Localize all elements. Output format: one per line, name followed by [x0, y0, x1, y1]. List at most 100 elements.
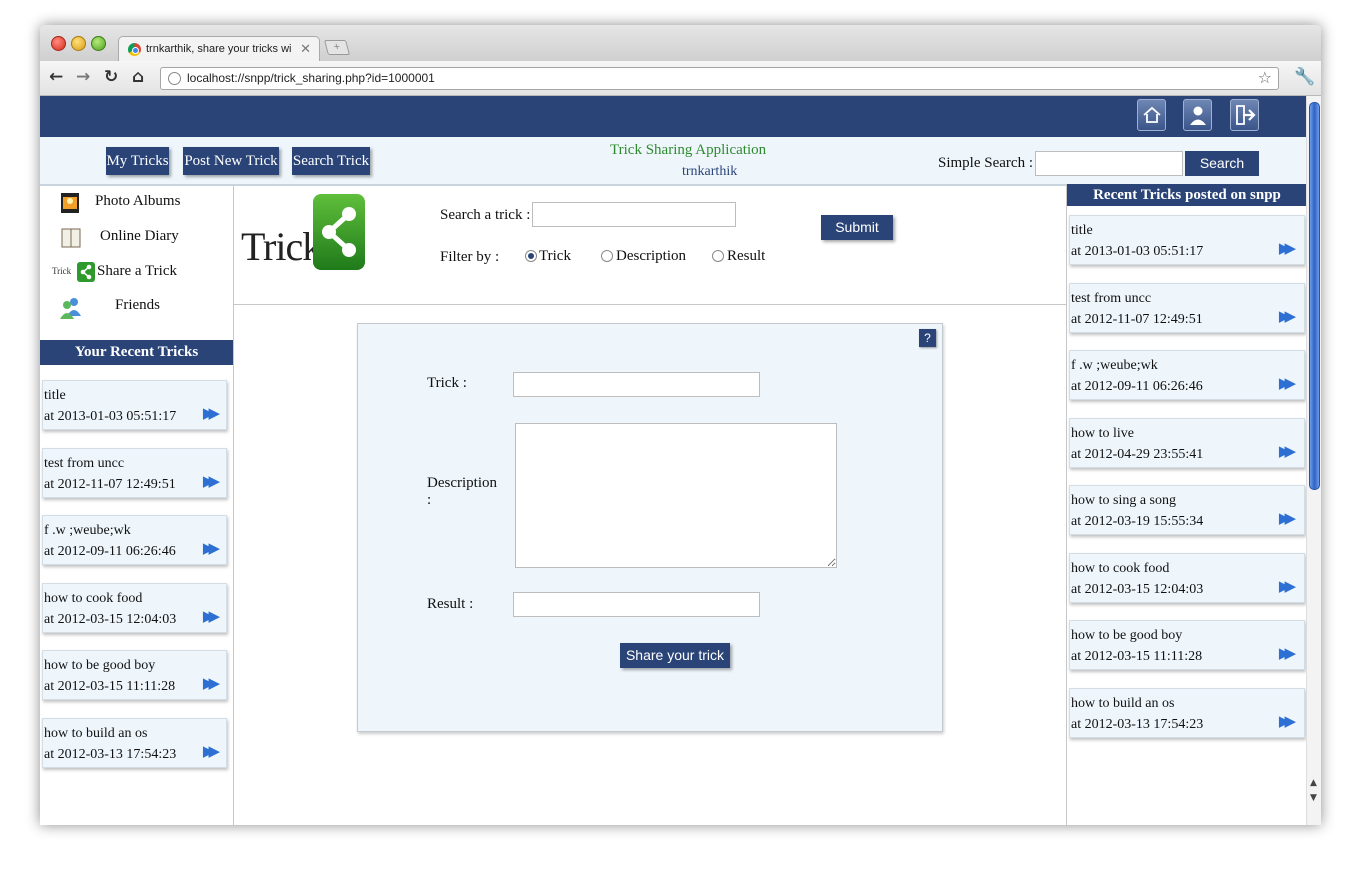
forward-arrow-icon[interactable]: ▶▶: [203, 742, 220, 760]
profile-icon[interactable]: [1183, 99, 1212, 131]
search-trick-label: Search a trick :: [440, 207, 531, 223]
back-icon[interactable]: ←: [49, 67, 63, 87]
trick-title: how to build an os: [1071, 696, 1175, 711]
trick-date: at 2012-03-19 15:55:34: [1071, 514, 1204, 529]
forward-arrow-icon[interactable]: ▶▶: [203, 607, 220, 625]
filter-description-radio[interactable]: [601, 250, 613, 262]
forward-arrow-icon[interactable]: ▶▶: [203, 674, 220, 692]
filter-result-label: Result: [727, 248, 766, 264]
trick-date: at 2012-03-15 12:04:03: [44, 612, 177, 627]
wrench-icon[interactable]: 🔧: [1294, 67, 1315, 87]
minimize-window-button[interactable]: [71, 36, 86, 51]
close-window-button[interactable]: [51, 36, 66, 51]
list-item[interactable]: test from uncc at 2012-11-07 12:49:51 ▶▶: [1069, 283, 1305, 333]
forward-arrow-icon[interactable]: ▶▶: [1279, 442, 1296, 460]
forward-arrow-icon[interactable]: ▶▶: [1279, 509, 1296, 527]
list-item[interactable]: title at 2013-01-03 05:51:17 ▶▶: [1069, 215, 1305, 265]
forward-arrow-icon[interactable]: ▶▶: [203, 472, 220, 490]
nav-item-share-a-trick[interactable]: Trick Share a Trick: [40, 260, 233, 290]
trick-date: at 2012-09-11 06:26:46: [1071, 379, 1203, 394]
description-textarea[interactable]: [515, 423, 837, 568]
forward-arrow-icon[interactable]: ▶▶: [1279, 307, 1296, 325]
list-item[interactable]: how to be good boy at 2012-03-15 11:11:2…: [42, 650, 227, 700]
nav-label: Photo Albums: [95, 193, 181, 209]
app-title: Trick Sharing Application: [610, 142, 767, 158]
home-icon[interactable]: [1137, 99, 1166, 131]
list-item[interactable]: how to cook food at 2012-03-15 12:04:03 …: [42, 583, 227, 633]
description-field-label: Description :: [427, 475, 497, 508]
submit-button[interactable]: Submit: [821, 215, 893, 240]
list-item[interactable]: f .w ;weube;wk at 2012-09-11 06:26:46 ▶▶: [1069, 350, 1305, 400]
list-item[interactable]: how to build an os at 2012-03-13 17:54:2…: [42, 718, 227, 768]
username[interactable]: trnkarthik: [682, 164, 737, 180]
page-top-bar: [40, 96, 1306, 137]
trick-date: at 2012-03-13 17:54:23: [1071, 717, 1204, 732]
forward-arrow-icon[interactable]: ▶▶: [1279, 239, 1296, 257]
zoom-window-button[interactable]: [91, 36, 106, 51]
recent-tricks-heading: Recent Tricks posted on snpp: [1067, 184, 1306, 206]
forward-arrow-icon[interactable]: ▶▶: [1279, 374, 1296, 392]
my-tricks-button[interactable]: My Tricks: [106, 147, 169, 175]
nav-item-photo-albums[interactable]: Photo Albums: [40, 190, 233, 220]
trick-date: at 2012-11-07 12:49:51: [1071, 312, 1203, 327]
bookmark-star-icon[interactable]: ☆: [1258, 68, 1272, 87]
nav-label: Friends: [115, 297, 160, 313]
forward-arrow-icon[interactable]: ▶▶: [1279, 577, 1296, 595]
trick-date: at 2012-04-29 23:55:41: [1071, 447, 1204, 462]
scrollbar-thumb[interactable]: [1309, 102, 1320, 490]
trick-date: at 2012-03-15 12:04:03: [1071, 582, 1204, 597]
forward-icon[interactable]: →: [76, 67, 90, 87]
search-trick-button[interactable]: Search Trick: [292, 147, 370, 175]
result-field-label: Result :: [427, 596, 474, 612]
forward-arrow-icon[interactable]: ▶▶: [1279, 644, 1296, 662]
filter-result-radio[interactable]: [712, 250, 724, 262]
list-item[interactable]: how to cook food at 2012-03-15 12:04:03 …: [1069, 553, 1305, 603]
list-item[interactable]: how to build an os at 2012-03-13 17:54:2…: [1069, 688, 1305, 738]
forward-arrow-icon[interactable]: ▶▶: [203, 404, 220, 422]
address-bar[interactable]: localhost://snpp/trick_sharing.php?id=10…: [160, 67, 1279, 90]
help-button[interactable]: ?: [919, 329, 936, 347]
nav-item-online-diary[interactable]: Online Diary: [40, 225, 233, 255]
list-item[interactable]: how to live at 2012-04-29 23:55:41 ▶▶: [1069, 418, 1305, 468]
forward-arrow-icon[interactable]: ▶▶: [1279, 712, 1296, 730]
list-item[interactable]: how to be good boy at 2012-03-15 11:11:2…: [1069, 620, 1305, 670]
trick-title: how to cook food: [44, 591, 143, 606]
browser-toolbar: ← → ↻ ⌂ localhost://snpp/trick_sharing.p…: [40, 61, 1321, 96]
trick-logo-text: Trick: [241, 224, 322, 269]
trick-title: f .w ;weube;wk: [44, 523, 131, 538]
simple-search-button[interactable]: Search: [1185, 151, 1259, 176]
menu-bar: My Tricks Post New Trick Search Trick Tr…: [40, 137, 1306, 186]
reload-icon[interactable]: ↻: [104, 67, 118, 87]
left-sidebar: Photo Albums Online Diary Trick Share a …: [40, 186, 234, 825]
trick-date: at 2012-09-11 06:26:46: [44, 544, 176, 559]
search-trick-input[interactable]: [532, 202, 736, 227]
trick-title: how to sing a song: [1071, 493, 1176, 508]
trick-title: how to cook food: [1071, 561, 1170, 576]
browser-tab[interactable]: trnkarthik, share your tricks with f ✕: [118, 36, 320, 63]
friends-icon: [58, 296, 84, 325]
result-input[interactable]: [513, 592, 760, 617]
post-new-trick-button[interactable]: Post New Trick: [183, 147, 279, 175]
nav-item-friends[interactable]: Friends: [40, 294, 233, 324]
list-item[interactable]: f .w ;weube;wk at 2012-09-11 06:26:46 ▶▶: [42, 515, 227, 565]
trick-date: at 2012-11-07 12:49:51: [44, 477, 176, 492]
tab-close-icon[interactable]: ✕: [300, 41, 311, 57]
share-icon: [77, 262, 95, 287]
list-item[interactable]: how to sing a song at 2012-03-19 15:55:3…: [1069, 485, 1305, 535]
scroll-down-arrow-icon[interactable]: ▼: [1310, 793, 1317, 803]
your-recent-tricks-heading: Your Recent Tricks: [40, 340, 233, 365]
simple-search-input[interactable]: [1035, 151, 1183, 176]
list-item[interactable]: title at 2013-01-03 05:51:17 ▶▶: [42, 380, 227, 430]
photo-album-icon: [60, 192, 80, 219]
page-scrollbar[interactable]: ▲ ▼: [1306, 96, 1321, 825]
tab-title: trnkarthik, share your tricks with f: [146, 43, 291, 55]
trick-input[interactable]: [513, 372, 760, 397]
share-your-trick-button[interactable]: Share your trick: [620, 643, 730, 668]
logout-icon[interactable]: [1230, 99, 1259, 131]
filter-trick-radio[interactable]: [525, 250, 537, 262]
scroll-up-arrow-icon[interactable]: ▲: [1310, 778, 1317, 788]
forward-arrow-icon[interactable]: ▶▶: [203, 539, 220, 557]
home-icon[interactable]: ⌂: [132, 67, 144, 87]
new-tab-button[interactable]: +: [323, 40, 351, 55]
list-item[interactable]: test from uncc at 2012-11-07 12:49:51 ▶▶: [42, 448, 227, 498]
